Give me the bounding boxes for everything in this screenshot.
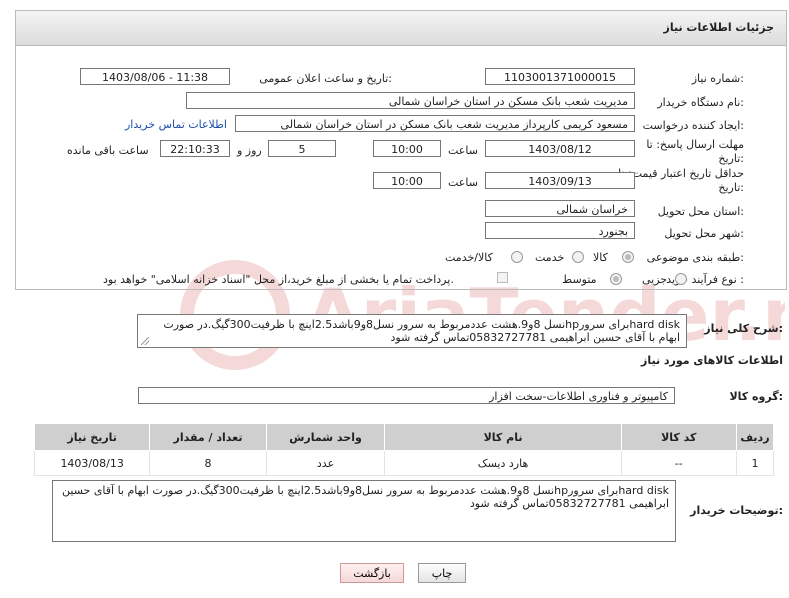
deadline-time-label: ساعت [448,144,478,157]
city-label: شهر محل تحویل: [664,227,744,240]
time-remaining-field: 22:10:33 [160,140,230,157]
treasury-payment-note: پرداخت تمام یا بخشی از مبلغ خرید،از محل … [103,273,454,286]
buyer-name-label: نام دستگاه خریدار: [657,96,744,109]
cell-row-number: 1 [735,450,775,476]
category-radio-goods-service[interactable] [511,251,523,263]
col-unit: واحد شمارش [265,423,386,451]
goods-table: ردیف کد کالا نام کالا واحد شمارش تعداد /… [33,423,775,476]
category-label: طبقه بندی موضوعی: [646,251,744,264]
city-field: بجنورد [485,222,635,239]
print-button[interactable]: چاپ [418,563,466,583]
days-label: روز و [237,144,262,157]
need-number-field: 1103001371000015 [485,68,635,85]
process-radio-medium[interactable] [610,273,622,285]
cell-need-date: 1403/08/13 [33,450,151,476]
category-radio-service[interactable] [572,251,584,263]
province-field: خراسان شمالی [485,200,635,217]
col-need-date: تاریخ نیاز [33,423,151,451]
buyer-name-field: مدیریت شعب بانک مسکن در استان خراسان شما… [186,92,635,109]
category-option-goods-service: کالا/خدمت [445,251,493,264]
deadline-date-field: 1403/08/12 [485,140,635,157]
resize-grip-icon[interactable] [141,337,149,345]
creator-label: ایجاد کننده درخواست: [642,119,744,132]
goods-section-title: اطلاعات کالاهای مورد نیاز [641,354,783,367]
cell-unit: عدد [265,450,386,476]
announce-date-field: 1403/08/06 - 11:38 [80,68,230,85]
col-row-number: ردیف [735,423,775,451]
cell-item-name: هارد دیسک [384,450,622,476]
validity-date-field: 1403/09/13 [485,172,635,189]
creator-field: مسعود کریمی کارپرداز مدیریت شعب بانک مسک… [235,115,635,132]
validity-time-field: 10:00 [373,172,441,189]
col-item-name: نام کالا [384,423,622,451]
goods-group-field: کامپیوتر و فناوری اطلاعات-سخت افزار [138,387,675,404]
process-option-medium: متوسط [562,273,597,286]
process-radio-minor[interactable] [675,273,687,285]
category-option-service: خدمت [535,251,565,264]
deadline-label: مهلت ارسال پاسخ: تا تاریخ: [646,138,744,165]
cell-quantity: 8 [149,450,267,476]
panel-header: جزئیات اطلاعات نیاز [16,11,786,46]
panel-title: جزئیات اطلاعات نیاز [663,21,775,34]
goods-table-header: ردیف کد کالا نام کالا واحد شمارش تعداد /… [33,423,775,451]
back-button[interactable]: بازگشت [340,563,404,583]
description-text: hard diskبرای سرورhpنسل 8و9.هشت عددمربوط… [137,314,687,348]
cell-item-code: -- [620,450,737,476]
buyer-contact-link[interactable]: اطلاعات تماس خریدار [125,118,227,131]
process-option-minor: جزیی [642,273,668,286]
buyer-notes-text: hard diskبرای سرورhpنسل 8و9.هشت عددمربوط… [52,480,676,542]
need-number-label: شماره نیاز: [691,72,744,85]
category-option-goods: کالا [593,251,608,264]
category-radio-goods[interactable] [622,251,634,263]
goods-group-label: گروه کالا: [729,390,783,403]
description-label: شرح کلی نیاز: [704,322,783,335]
col-item-code: کد کالا [620,423,737,451]
deadline-time-field: 10:00 [373,140,441,157]
announce-date-label: تاریخ و ساعت اعلان عمومی: [259,72,392,85]
buyer-notes-label: توضیحات خریدار: [690,504,783,517]
col-quantity: تعداد / مقدار [149,423,267,451]
days-remaining-field: 5 [268,140,336,157]
treasury-payment-checkbox[interactable] [497,272,508,283]
table-row: 1 -- هارد دیسک عدد 8 1403/08/13 [33,450,775,476]
province-label: استان محل تحویل: [657,205,744,218]
validity-time-label: ساعت [448,176,478,189]
time-remaining-label: ساعت باقی مانده [67,144,149,157]
